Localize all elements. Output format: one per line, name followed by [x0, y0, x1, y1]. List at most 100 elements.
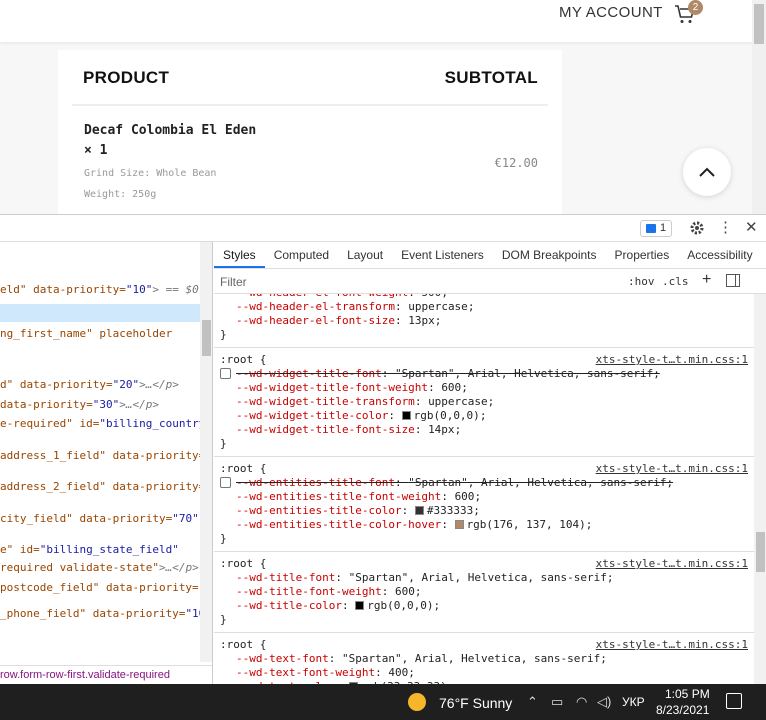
color-swatch[interactable]	[355, 601, 365, 610]
sun-weather-icon[interactable]	[408, 693, 426, 711]
tab-accessibility[interactable]: Accessibility	[678, 242, 761, 268]
close-icon[interactable]: ✕	[745, 218, 758, 238]
css-property[interactable]: --wd-entities-title-color-hover	[236, 518, 441, 531]
css-value[interactable]: "Spartan", Arial, Helvetica, sans-serif	[408, 476, 666, 489]
tab-dom-breakpoints[interactable]: DOM Breakpoints	[493, 242, 606, 268]
rule-selector[interactable]: :root {	[220, 638, 266, 652]
css-declaration[interactable]: --wd-title-font-weight: 600;	[236, 585, 421, 599]
battery-icon[interactable]: ▭	[551, 694, 563, 710]
css-declaration[interactable]: --wd-header-el-font-size: 13px;	[236, 314, 441, 328]
tab-styles[interactable]: Styles	[214, 242, 265, 268]
css-value[interactable]: 13px	[408, 314, 435, 327]
css-value[interactable]: rgb(0,0,0)	[414, 409, 480, 422]
toggle-sidebar-icon[interactable]	[726, 274, 740, 287]
css-value[interactable]: rgb(176, 137, 104)	[467, 518, 586, 531]
page-scrollbar-thumb[interactable]	[754, 4, 764, 44]
rule-source-link[interactable]: xts-style-t…t.min.css:1	[596, 353, 748, 367]
css-value[interactable]: "Spartan", Arial, Helvetica, sans-serif	[349, 571, 607, 584]
color-swatch[interactable]	[414, 506, 424, 515]
css-property[interactable]: --wd-widget-title-transform	[236, 395, 415, 408]
declaration-checkbox[interactable]	[220, 368, 231, 379]
css-value[interactable]: uppercase	[408, 300, 468, 313]
styles-scrollbar-thumb[interactable]	[756, 532, 765, 572]
page-scrollbar[interactable]	[752, 0, 766, 214]
elements-scrollbar[interactable]	[200, 242, 212, 662]
dom-node-line[interactable]: postcode_field" data-priority=	[0, 581, 199, 595]
css-property[interactable]: --wd-title-font-weight	[236, 585, 382, 598]
css-property[interactable]: --wd-title-color	[236, 599, 342, 612]
css-property[interactable]: --wd-text-font	[236, 652, 329, 665]
css-property[interactable]: --wd-widget-title-font	[236, 367, 382, 380]
css-value[interactable]: uppercase	[428, 395, 488, 408]
rule-selector[interactable]: :root {	[220, 353, 266, 367]
rule-source-link[interactable]: xts-style-t…t.min.css:1	[596, 638, 748, 652]
dom-node-line[interactable]: ng_first_name" placeholder	[0, 327, 172, 341]
css-declaration[interactable]: --wd-widget-title-font-weight: 600;	[236, 381, 468, 395]
css-declaration[interactable]: --wd-entities-title-font: "Spartan", Ari…	[236, 476, 673, 490]
css-value[interactable]: rgb(0,0,0)	[367, 599, 433, 612]
css-property[interactable]: --wd-entities-title-color	[236, 504, 402, 517]
styles-scrollbar[interactable]	[754, 294, 766, 685]
css-declaration[interactable]: --wd-widget-title-font: "Spartan", Arial…	[236, 367, 660, 381]
css-property[interactable]: --wd-text-font-weight	[236, 666, 375, 679]
rule-source-link[interactable]: xts-style-t…t.min.css:1	[596, 462, 748, 476]
dom-node-line[interactable]: address_2_field" data-priority=	[0, 480, 205, 494]
css-value[interactable]: 600	[395, 585, 415, 598]
notifications-icon[interactable]	[726, 693, 742, 709]
color-swatch[interactable]	[454, 520, 464, 529]
css-declaration[interactable]: --wd-widget-title-font-size: 14px;	[236, 423, 461, 437]
declaration-checkbox[interactable]	[220, 477, 231, 488]
css-property[interactable]: --wd-widget-title-font-size	[236, 423, 415, 436]
new-style-rule-button[interactable]: +	[702, 271, 711, 289]
dom-node-line[interactable]: address_1_field" data-priority=	[0, 449, 205, 463]
style-rule[interactable]: :root {xts-style-t…t.min.css:1 --wd-title…	[214, 553, 754, 633]
css-property[interactable]: --wd-header-el-font-size	[236, 314, 395, 327]
dom-node-line[interactable]: required validate-state">…</p>	[0, 561, 199, 575]
class-toggle[interactable]: .cls	[662, 275, 689, 288]
dom-node-line[interactable]: e-required" id="billing_country	[0, 417, 205, 431]
css-value[interactable]: "Spartan", Arial, Helvetica, sans-serif	[342, 652, 600, 665]
tab-event-listeners[interactable]: Event Listeners	[392, 242, 493, 268]
rule-source-link[interactable]: xts-style-t…t.min.css:1	[596, 557, 748, 571]
css-value[interactable]: #333333	[427, 504, 473, 517]
dom-node-line[interactable]: d" data-priority="20">…</p>	[0, 378, 179, 392]
wifi-icon[interactable]: ◠	[576, 694, 587, 710]
color-swatch[interactable]	[401, 411, 411, 420]
volume-icon[interactable]: ◁)	[597, 694, 611, 710]
rule-selector[interactable]: :root {	[220, 462, 266, 476]
css-value[interactable]: "Spartan", Arial, Helvetica, sans-serif	[395, 367, 653, 380]
css-declaration[interactable]: --wd-widget-title-color: rgb(0,0,0);	[236, 409, 486, 423]
language-indicator[interactable]: УКР	[622, 695, 645, 709]
css-declaration[interactable]: --wd-entities-title-color: #333333;	[236, 504, 480, 518]
css-property[interactable]: --wd-entities-title-font-weight	[236, 490, 441, 503]
css-property[interactable]: --wd-widget-title-color	[236, 409, 388, 422]
css-property[interactable]: --wd-title-font	[236, 571, 335, 584]
settings-gear-icon[interactable]	[689, 220, 705, 236]
css-declaration[interactable]: --wd-title-font: "Spartan", Arial, Helve…	[236, 571, 614, 585]
weather-widget[interactable]: 76°F Sunny	[439, 695, 512, 711]
css-value[interactable]: 600	[441, 381, 461, 394]
style-rule[interactable]: --wd-header-el-font-weight: 500;--wd-hea…	[214, 294, 754, 348]
hover-state-toggle[interactable]: :hov	[628, 275, 655, 288]
rule-selector[interactable]: :root {	[220, 557, 266, 571]
style-rules-list[interactable]: --wd-header-el-font-weight: 500;--wd-hea…	[214, 294, 754, 685]
scroll-to-top-button[interactable]	[683, 148, 731, 196]
css-property[interactable]: --wd-entities-title-font	[236, 476, 395, 489]
dom-node-line[interactable]: eld" data-priority="10"> == $0	[0, 283, 199, 297]
css-declaration[interactable]: --wd-widget-title-transform: uppercase;	[236, 395, 494, 409]
css-property[interactable]: --wd-header-el-font-weight	[236, 294, 408, 299]
more-options-icon[interactable]: ⋮	[718, 218, 733, 238]
css-value[interactable]: 500	[421, 294, 441, 299]
elements-scrollbar-thumb[interactable]	[202, 320, 211, 356]
css-declaration[interactable]: --wd-text-font-weight: 400;	[236, 666, 415, 680]
css-property[interactable]: --wd-header-el-transform	[236, 300, 395, 313]
dom-node-line[interactable]: data-priority="30">…</p>	[0, 398, 159, 412]
css-value[interactable]: 14px	[428, 423, 455, 436]
style-rule[interactable]: :root { xts-style-t…t.min.css:1 --wd-text-…	[214, 634, 754, 685]
clock-time[interactable]: 1:05 PM	[665, 687, 710, 701]
issues-button[interactable]: 1	[640, 220, 673, 237]
tab-properties[interactable]: Properties	[606, 242, 679, 268]
css-declaration[interactable]: --wd-header-el-transform: uppercase;	[236, 300, 474, 314]
elements-tree[interactable]: eld" data-priority="10"> == $0 ng_first_n…	[0, 242, 213, 685]
tab-computed[interactable]: Computed	[265, 242, 338, 268]
